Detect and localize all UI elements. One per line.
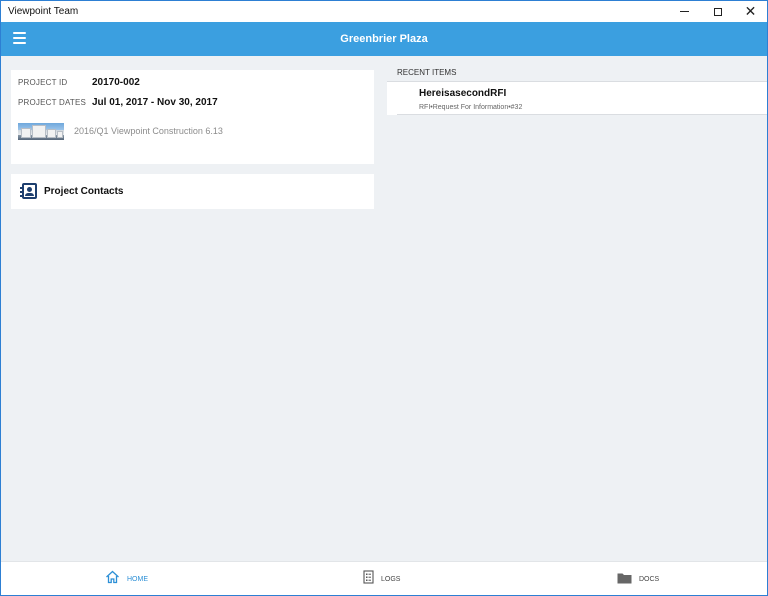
project-id-value: 20170-002 [92,77,140,88]
project-info-card: PROJECT ID 20170-002 PROJECT DATES Jul 0… [11,70,374,164]
recent-item-subtitle: RFI•Request For Information•#32 [419,104,523,111]
home-icon [105,570,120,589]
project-thumbnail[interactable] [18,123,64,140]
nav-logs-label: LOGS [381,576,401,583]
maximize-icon [713,7,722,16]
hamburger-icon[interactable] [13,32,26,44]
title-bar: Viewpoint Team ✕ [1,1,767,22]
list-item[interactable]: HereisasecondRFI RFI•Request For Informa… [387,81,767,115]
nav-home[interactable]: HOME [105,562,148,595]
folder-icon [617,571,632,589]
minimize-button[interactable] [668,1,701,22]
recent-items-header: RECENT ITEMS [397,68,457,77]
recent-item-title: HereisasecondRFI [419,88,507,99]
nav-docs-label: DOCS [639,576,660,583]
contacts-book-icon [20,183,37,199]
project-contacts-label: Project Contacts [44,186,124,197]
logs-icon [363,570,374,589]
project-title: Greenbrier Plaza [340,33,428,45]
project-dates-label: PROJECT DATES [18,98,87,107]
nav-home-label: HOME [127,576,148,583]
divider [397,114,767,115]
nav-logs[interactable]: LOGS [363,562,401,595]
app-header: Greenbrier Plaza [1,22,767,56]
app-window: Viewpoint Team ✕ Greenbrier Plaza PROJEC… [0,0,768,596]
maximize-button[interactable] [701,1,734,22]
close-button[interactable]: ✕ [734,1,767,22]
project-contacts-button[interactable]: Project Contacts [11,174,374,209]
nav-docs[interactable]: DOCS [617,562,660,595]
version-text: 2016/Q1 Viewpoint Construction 6.13 [74,126,223,136]
minimize-icon [680,11,689,12]
project-dates-value: Jul 01, 2017 - Nov 30, 2017 [92,97,218,108]
project-id-label: PROJECT ID [18,78,68,87]
window-title: Viewpoint Team [8,6,79,17]
bottom-nav: HOME LOGS DOCS [1,561,767,595]
